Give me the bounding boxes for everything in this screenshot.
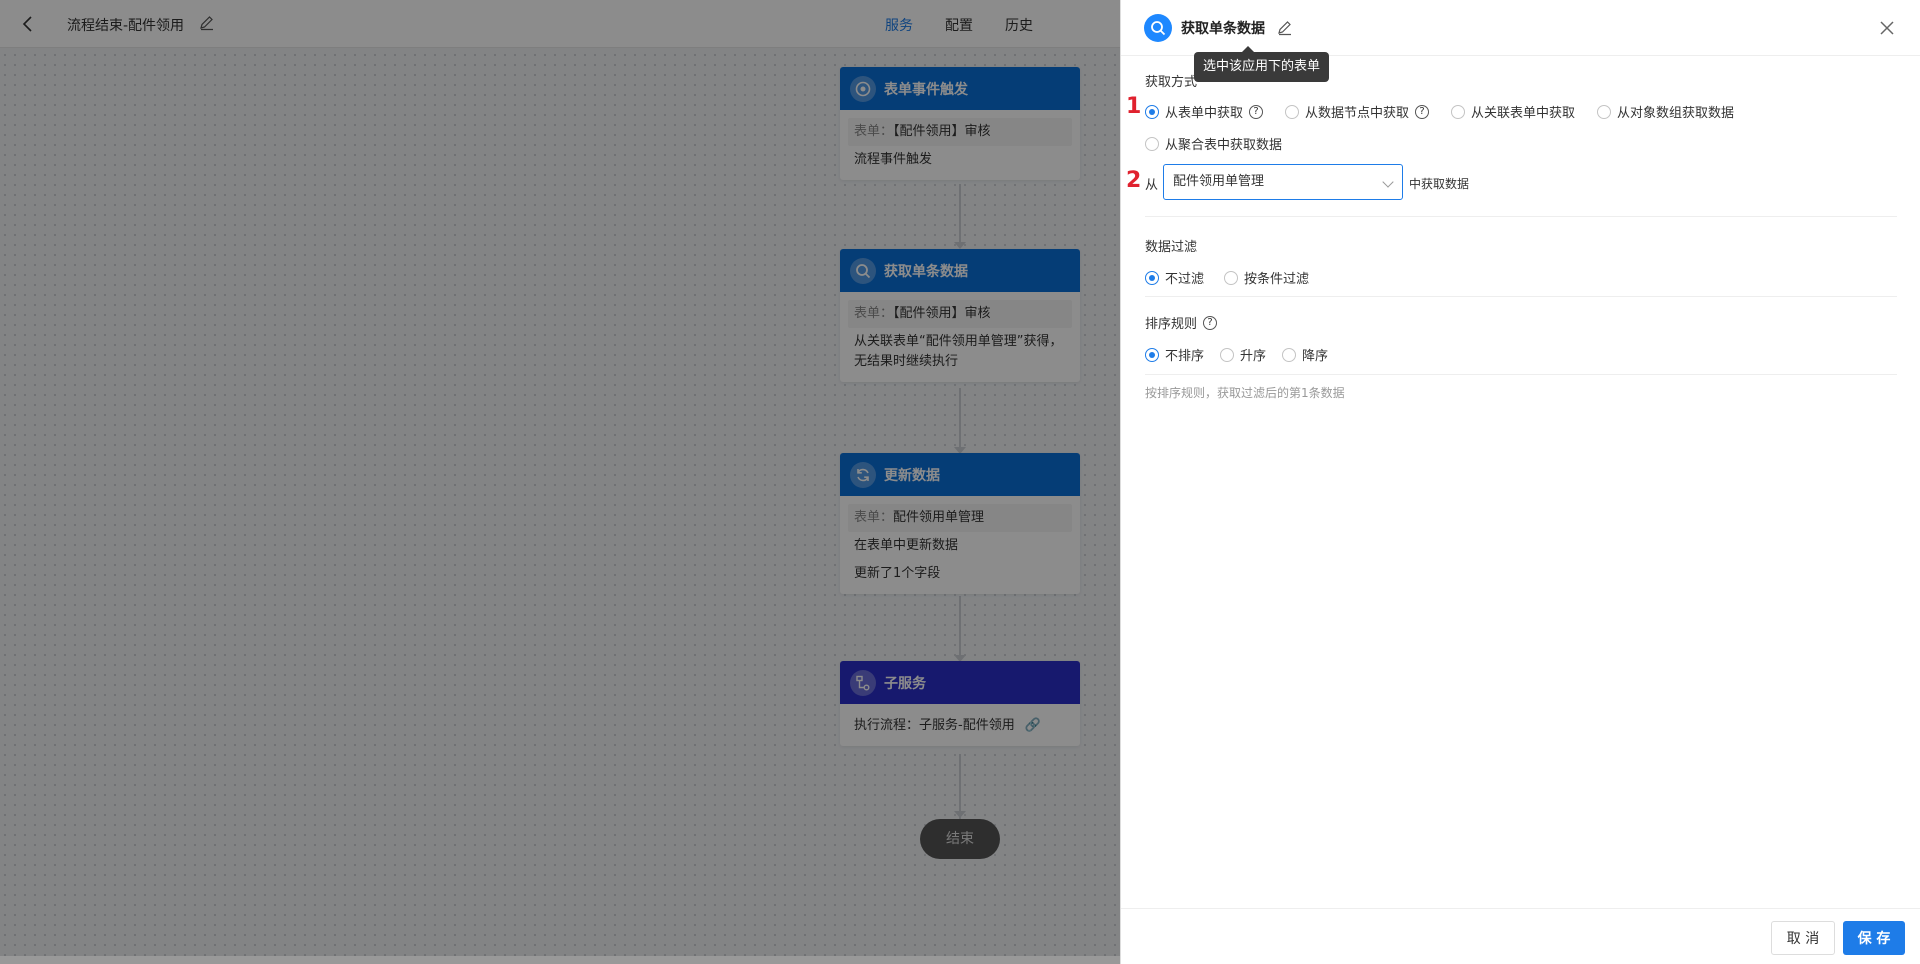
close-icon[interactable] (1877, 18, 1897, 38)
radio-from-form[interactable]: 从表单中获取? (1145, 102, 1264, 121)
from-suffix-label: 中获取数据 (1409, 177, 1470, 191)
radio-no-filter[interactable]: 不过滤 (1145, 268, 1204, 287)
radio-descending[interactable]: 降序 (1282, 345, 1328, 364)
search-icon (1144, 14, 1172, 42)
form-select-tooltip: 选中该应用下的表单 (1194, 46, 1330, 82)
modal-overlay[interactable] (0, 0, 1120, 964)
horizontal-scrollbar[interactable] (0, 956, 1120, 964)
radio-from-object-array[interactable]: 从对象数组获取数据 (1597, 102, 1734, 121)
save-button[interactable]: 保 存 (1843, 921, 1905, 955)
annotation-marker-1: 1 (1126, 94, 1142, 119)
radio-from-aggregate-table[interactable]: 从聚合表中获取数据 (1145, 134, 1282, 153)
panel-footer: 取 消 保 存 (1121, 908, 1920, 964)
fetch-method-options-row2: 从聚合表中获取数据 (1145, 134, 1302, 153)
divider (1145, 216, 1897, 217)
cancel-button[interactable]: 取 消 (1771, 921, 1835, 955)
divider (1145, 374, 1897, 375)
help-icon[interactable]: ? (1249, 104, 1264, 119)
radio-no-sort[interactable]: 不排序 (1145, 345, 1204, 364)
sort-rule-label: 排序规则? (1145, 313, 1218, 332)
radio-filter-by-condition[interactable]: 按条件过滤 (1224, 268, 1309, 287)
help-icon[interactable]: ? (1203, 315, 1218, 330)
help-icon[interactable]: ? (1415, 104, 1430, 119)
radio-ascending[interactable]: 升序 (1220, 345, 1266, 364)
sort-options: 不排序 升序 降序 (1145, 345, 1348, 364)
radio-from-data-node[interactable]: 从数据节点中获取? (1285, 102, 1430, 121)
filter-options: 不过滤 按条件过滤 (1145, 268, 1329, 287)
data-filter-label: 数据过滤 (1145, 240, 1198, 255)
edit-title-icon[interactable] (1276, 19, 1294, 37)
panel-header: 获取单条数据 (1121, 0, 1920, 56)
sort-hint-text: 按排序规则，获取过滤后的第1条数据 (1145, 386, 1345, 400)
radio-from-related-form[interactable]: 从关联表单中获取 (1451, 102, 1575, 121)
fetch-method-options: 从表单中获取? 从数据节点中获取? 从关联表单中获取 从对象数组获取数据 (1145, 102, 1754, 121)
panel-title: 获取单条数据 (1181, 21, 1265, 37)
divider (1145, 296, 1897, 297)
annotation-marker-2: 2 (1126, 168, 1142, 193)
fetch-method-label: 获取方式 (1145, 75, 1198, 90)
chevron-down-icon (1382, 176, 1394, 188)
from-label: 从 (1145, 178, 1159, 193)
form-select[interactable]: 配件领用单管理 (1163, 164, 1403, 200)
node-config-panel: 获取单条数据 获取方式 1 从表单中获取? 从数据节点中获取? 从关联表单中获取… (1120, 0, 1920, 964)
form-select-value: 配件领用单管理 (1173, 174, 1265, 189)
